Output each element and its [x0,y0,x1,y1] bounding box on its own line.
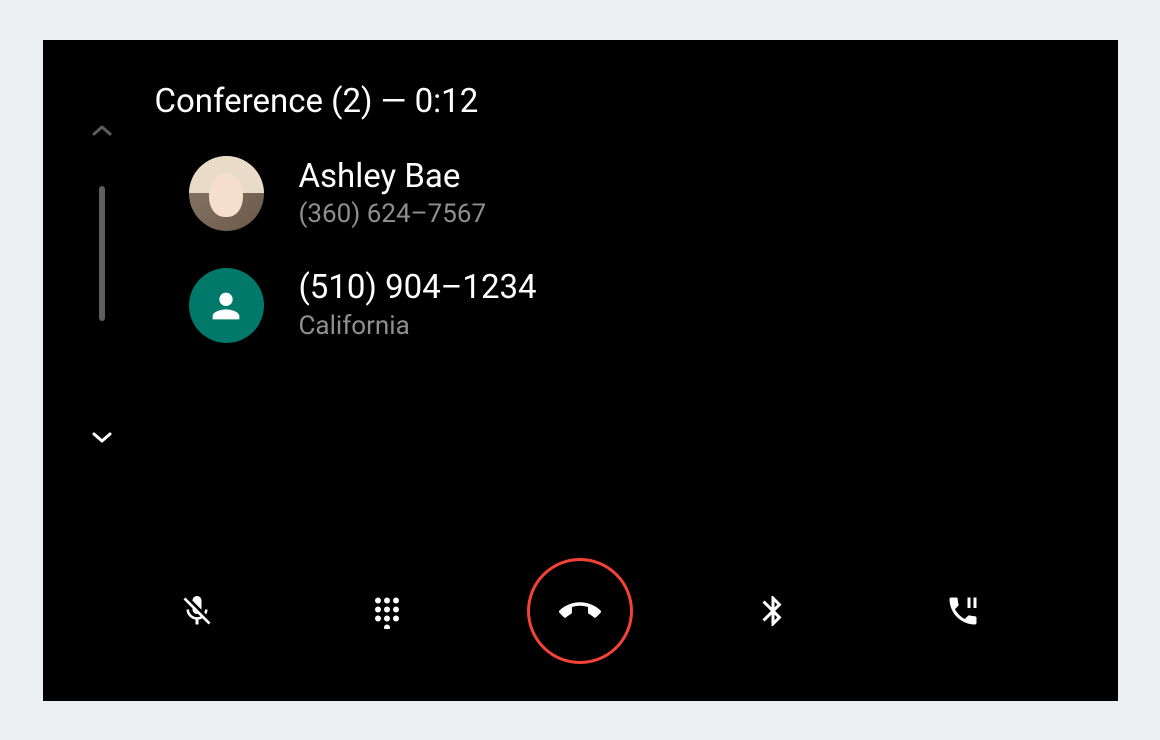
content-area: Ashley Bae (360) 624–7567 (510) 904–1234… [43,121,1118,551]
chevron-up-icon [92,124,112,136]
phone-hold-icon [945,593,981,629]
participant-phone: (360) 624–7567 [299,198,487,232]
participant-list: Ashley Bae (360) 624–7567 (510) 904–1234… [43,156,1118,344]
bluetooth-icon [755,593,791,629]
hangup-button[interactable] [527,558,633,664]
mute-button[interactable] [147,561,247,661]
dialpad-icon [369,593,405,629]
scroll-up-button[interactable] [88,116,116,144]
header: Conference (2) — 0:12 [43,40,1118,121]
participant-info: (510) 904–1234 California [299,267,537,344]
mic-off-icon [179,593,215,629]
dialpad-button[interactable] [337,561,437,661]
scroll-down-button[interactable] [88,424,116,452]
call-controls [43,551,1118,701]
hangup-icon [559,590,601,632]
bluetooth-button[interactable] [723,561,823,661]
participant-row[interactable]: Ashley Bae (360) 624–7567 [189,156,1118,233]
participant-name: (510) 904–1234 [299,267,537,310]
participant-row[interactable]: (510) 904–1234 California [189,267,1118,344]
participant-location: California [299,310,537,344]
chevron-down-icon [92,432,112,444]
participant-name: Ashley Bae [299,156,487,199]
scroll-controls [87,121,117,452]
call-title: Conference (2) — 0:12 [155,82,1118,121]
avatar-photo [189,156,264,231]
scrollbar-track[interactable] [99,186,105,321]
person-icon [206,286,246,326]
in-call-screen: Conference (2) — 0:12 Ashley Ba [43,40,1118,701]
participant-info: Ashley Bae (360) 624–7567 [299,156,487,233]
avatar-generic [189,268,264,343]
hold-button[interactable] [913,561,1013,661]
